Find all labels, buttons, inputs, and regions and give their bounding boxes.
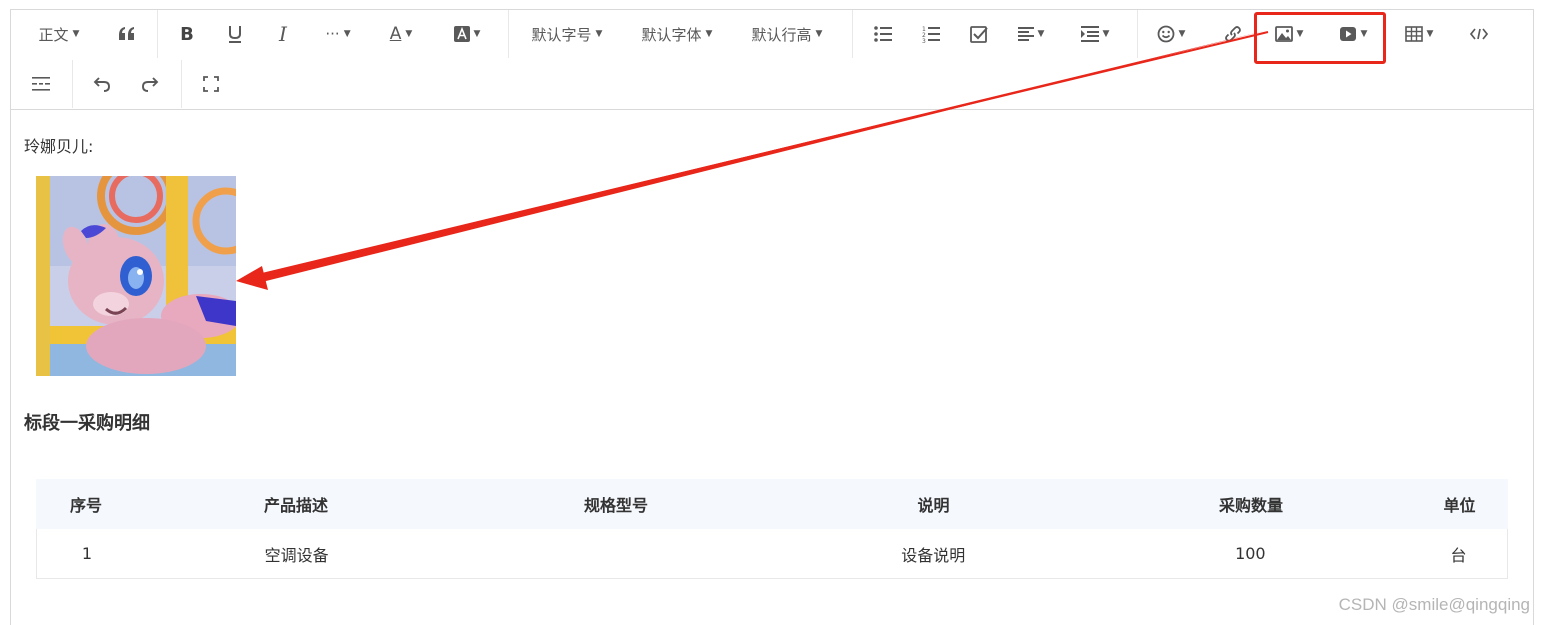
bold-button[interactable]: B [171,12,203,56]
table-cell[interactable]: 1 [37,544,137,563]
line-height-dropdown[interactable]: 默认行高 ▼ [746,12,828,56]
table-header-cell: 说明 [917,496,950,515]
editor-content[interactable]: 玲娜贝儿: 标段一采购明细 序号 产品描述 规格型号 说明 采购数量 单位 1 … [11,111,1533,625]
more-format-dropdown[interactable]: ··· ▼ [315,12,361,56]
svg-text:3: 3 [922,38,926,43]
table-cell[interactable]: 台 [1410,542,1507,566]
chevron-down-icon: ▼ [473,29,481,39]
blockquote-button[interactable] [111,12,143,56]
bold-icon: B [180,23,194,45]
italic-icon: I [279,22,287,46]
undo-button[interactable] [86,62,118,106]
underline-icon [229,26,241,43]
font-size-label: 默认字号 [531,25,592,44]
quote-icon [119,27,134,40]
divider-button[interactable] [25,62,57,106]
indent-dropdown[interactable]: ▼ [1075,12,1115,56]
table-header-cell: 产品描述 [263,496,328,515]
line-height-label: 默认行高 [751,25,812,44]
smiley-icon [1157,25,1174,43]
redo-button[interactable] [134,62,166,106]
table-dropdown[interactable]: ▼ [1399,12,1439,56]
underline-button[interactable] [219,12,251,56]
fullscreen-button[interactable] [195,62,227,106]
align-left-icon [1017,27,1034,41]
bulleted-list-icon [874,26,892,42]
chevron-down-icon: ▼ [1426,29,1434,39]
rich-text-editor: 正文 ▼ B I ··· ▼ A ▼ ▼ 默认字号 ▼ 默认字体 ▼ 默认行高 ▼ [10,9,1534,625]
table-header-cell: 单位 [1443,496,1476,515]
redo-icon [142,77,159,92]
italic-button[interactable]: I [267,12,299,56]
inserted-image[interactable] [36,176,236,376]
plush-toy-photo [36,176,236,376]
font-color-dropdown[interactable]: A ▼ [381,12,421,56]
table-cell[interactable]: 空调设备 [137,542,457,566]
chevron-down-icon: ▼ [1178,29,1186,39]
todo-button[interactable] [963,12,995,56]
link-button[interactable] [1217,12,1249,56]
chevron-down-icon: ▼ [405,29,413,39]
chevron-down-icon: ▼ [72,29,80,39]
paragraph-style-label: 正文 [38,25,69,44]
paragraph-style-dropdown[interactable]: 正文 ▼ [29,12,89,56]
undo-icon [93,77,110,92]
code-button[interactable] [1463,12,1495,56]
background-color-icon [453,26,470,42]
editor-toolbar: 正文 ▼ B I ··· ▼ A ▼ ▼ 默认字号 ▼ 默认字体 ▼ 默认行高 ▼ [11,10,1533,110]
greeting-text: 玲娜贝儿: [24,137,94,156]
table-icon [1404,26,1423,42]
chevron-down-icon: ▼ [1102,29,1110,39]
watermark-text: CSDN @smile@qingqing [1338,595,1530,614]
font-color-icon: A [389,24,402,44]
table-row[interactable]: 1 空调设备 设备说明 100 台 [36,529,1508,579]
section-title: 标段一采购明细 [24,413,150,434]
fullscreen-icon [203,76,219,92]
chevron-down-icon: ▼ [1037,29,1045,39]
more-icon: ··· [325,25,340,43]
table-header-row: 序号 产品描述 规格型号 说明 采购数量 单位 [36,479,1508,529]
background-color-dropdown[interactable]: ▼ [447,12,487,56]
font-family-dropdown[interactable]: 默认字体 ▼ [636,12,718,56]
annotation-highlight-box [1254,12,1386,64]
chevron-down-icon: ▼ [815,29,823,39]
font-size-dropdown[interactable]: 默认字号 ▼ [526,12,608,56]
table-cell[interactable]: 设备说明 [776,542,1091,566]
horizontal-rule-icon [32,77,50,91]
chevron-down-icon: ▼ [595,29,603,39]
table-cell[interactable]: 100 [1091,544,1411,563]
numbered-list-button[interactable]: 123 [915,12,947,56]
align-dropdown[interactable]: ▼ [1011,12,1051,56]
numbered-list-icon: 123 [922,26,940,43]
chevron-down-icon: ▼ [343,29,351,39]
checkbox-icon [970,26,988,43]
table-header-cell: 规格型号 [583,496,648,515]
code-icon [1470,28,1488,40]
table-header-cell: 采购数量 [1218,496,1283,515]
link-icon [1225,26,1241,42]
procurement-table: 序号 产品描述 规格型号 说明 采购数量 单位 1 空调设备 设备说明 100 … [36,479,1508,579]
emoji-dropdown[interactable]: ▼ [1151,12,1191,56]
bulleted-list-button[interactable] [867,12,899,56]
table-header-cell: 序号 [69,496,102,515]
font-family-label: 默认字体 [641,25,702,44]
indent-icon [1080,26,1099,42]
chevron-down-icon: ▼ [705,29,713,39]
